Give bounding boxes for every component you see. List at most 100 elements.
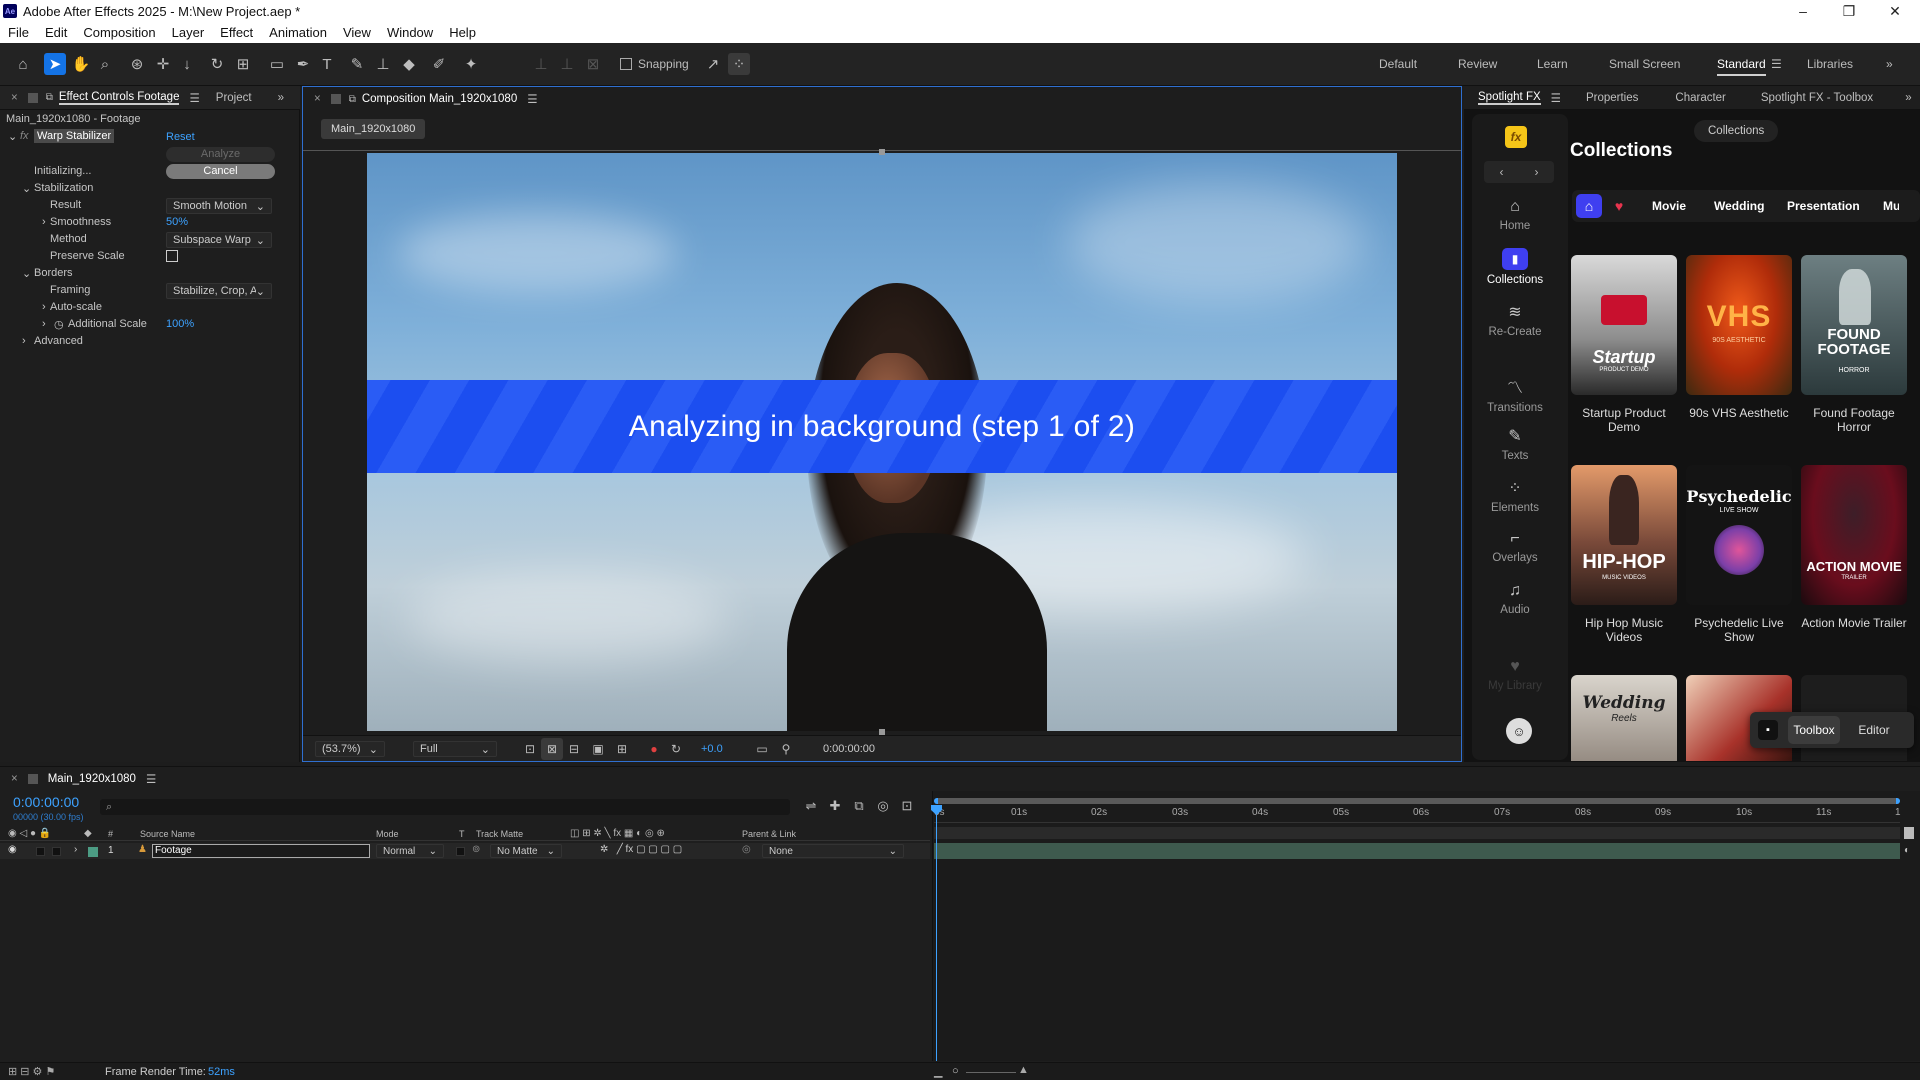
track-matte-dropdown[interactable]: No Matte ⌄ xyxy=(490,844,562,858)
cancel-button[interactable]: Cancel xyxy=(166,164,275,179)
comp-marker-bar[interactable] xyxy=(934,827,1900,839)
minimize-icon[interactable]: – xyxy=(1780,0,1826,22)
framing-dropdown[interactable]: Stabilize, Crop, Auto-scale⌄ xyxy=(166,283,272,299)
show-snapshot-icon[interactable]: ⚲ xyxy=(775,738,797,760)
home-icon[interactable]: ⌂ xyxy=(12,53,34,75)
autoscale-arrow-icon[interactable]: › xyxy=(42,301,46,313)
tab-character[interactable]: Character xyxy=(1675,92,1726,104)
template-card[interactable]: Wedding Reels xyxy=(1571,675,1677,761)
filter-movie[interactable]: Movie xyxy=(1652,199,1686,213)
clone-stamp-icon[interactable]: ⊥ xyxy=(372,53,394,75)
reset-button[interactable]: Reset xyxy=(166,131,195,143)
stopwatch-icon[interactable]: ◷ xyxy=(54,318,64,331)
editor-button[interactable]: Editor xyxy=(1848,716,1900,744)
rectangle-tool-icon[interactable]: ▭ xyxy=(266,53,288,75)
nav-collections[interactable]: ▮ Collections xyxy=(1470,248,1560,286)
comp-mini-flowchart-icon[interactable]: ⇌ xyxy=(800,795,822,817)
template-card[interactable]: Startup PRODUCT DEMO Startup Product Dem… xyxy=(1571,255,1677,434)
pan-behind-icon[interactable]: ⊞ xyxy=(232,53,254,75)
borders-arrow-icon[interactable]: ⌄ xyxy=(22,267,31,280)
tab-effect-controls[interactable]: Effect Controls Footage xyxy=(58,91,180,105)
visibility-eye-icon[interactable]: ◉ xyxy=(8,844,17,855)
comp-breadcrumb[interactable]: Main_1920x1080 xyxy=(321,119,426,139)
resolution-dropdown[interactable]: Full ⌄ xyxy=(413,741,497,757)
lock-toggle[interactable] xyxy=(52,847,61,856)
hand-tool-icon[interactable]: ✋ xyxy=(70,53,92,75)
anchor-handle-top[interactable] xyxy=(879,149,885,155)
work-area-range[interactable] xyxy=(934,798,1900,804)
region-of-interest-icon[interactable]: ▣ xyxy=(587,738,609,760)
roto-brush-icon[interactable]: ✐ xyxy=(428,53,450,75)
menu-help[interactable]: Help xyxy=(441,25,484,40)
label-color-swatch[interactable] xyxy=(88,847,98,857)
lock-icon[interactable] xyxy=(27,92,38,103)
nav-recreate[interactable]: ≋ Re-Create xyxy=(1470,302,1560,338)
grid-guides-icon[interactable]: ⊞ xyxy=(611,738,633,760)
axis-local-icon[interactable]: ⊥ xyxy=(530,53,552,75)
workspace-libraries[interactable]: Libraries xyxy=(1807,57,1853,71)
tab-spotlight-fx[interactable]: Spotlight FX xyxy=(1478,91,1541,105)
workspace-default[interactable]: Default xyxy=(1379,57,1417,71)
pen-tool-icon[interactable]: ✒ xyxy=(292,53,314,75)
nav-audio[interactable]: ♫ Audio xyxy=(1470,582,1560,616)
back-arrow-icon[interactable]: ‹ xyxy=(1500,165,1504,179)
expand-arrow-icon[interactable]: › xyxy=(42,216,46,228)
layer-search-input[interactable]: ⌕ xyxy=(100,799,790,815)
forward-arrow-icon[interactable]: › xyxy=(1535,165,1539,179)
pick-whip-icon[interactable]: ◎ xyxy=(742,844,751,855)
hide-shy-layers-icon[interactable]: ⧉ xyxy=(848,795,870,817)
timeline-timecode[interactable]: 0:00:00:00 xyxy=(13,794,79,810)
more-tabs-icon[interactable]: » xyxy=(278,92,284,104)
comp-end-marker[interactable] xyxy=(1904,827,1914,839)
axis-view-icon[interactable]: ⊠ xyxy=(582,53,604,75)
viewer-timecode[interactable]: 0:00:00:00 xyxy=(823,743,875,755)
filter-favorites-icon[interactable]: ♥ xyxy=(1606,194,1632,218)
borders-group[interactable]: Borders xyxy=(34,267,73,279)
orbit-camera-icon[interactable]: ⊛ xyxy=(126,53,148,75)
brush-tool-icon[interactable]: ✎ xyxy=(346,53,368,75)
lock-icon[interactable] xyxy=(330,94,341,104)
dolly-camera-icon[interactable]: ↓ xyxy=(176,53,198,75)
more-tabs-icon[interactable]: » xyxy=(1905,92,1911,104)
puppet-tool-icon[interactable]: ✦ xyxy=(460,53,482,75)
filter-home-icon[interactable]: ⌂ xyxy=(1576,194,1602,218)
overflow-chevron-icon[interactable]: » xyxy=(1886,57,1893,71)
workspace-menu-icon[interactable]: ☰ xyxy=(1771,57,1782,71)
autoscale-group[interactable]: Auto-scale xyxy=(50,301,102,313)
template-card[interactable]: ACTION MOVIE TRAILER Action Movie Traile… xyxy=(1801,465,1907,630)
nav-overlays[interactable]: ⌐ Overlays xyxy=(1470,530,1560,564)
channels-icon[interactable]: ● xyxy=(643,738,665,760)
nav-transitions[interactable]: 〽 Transitions xyxy=(1470,374,1560,414)
work-area-bar[interactable] xyxy=(934,798,1900,804)
graph-editor-icon[interactable]: ⊡ xyxy=(896,795,918,817)
source-name-header[interactable]: Source Name xyxy=(140,829,195,839)
effect-name[interactable]: Warp Stabilizer xyxy=(34,129,115,143)
type-tool-icon[interactable]: T xyxy=(316,53,338,75)
zoom-tool-icon[interactable]: ⌕ xyxy=(94,53,116,75)
draft-3d-icon[interactable]: ✚ xyxy=(824,795,846,817)
menu-view[interactable]: View xyxy=(335,25,379,40)
menu-file[interactable]: File xyxy=(0,25,37,40)
transparency-grid-icon[interactable]: ⊠ xyxy=(541,738,563,760)
filter-music[interactable]: Mu xyxy=(1883,199,1899,213)
parent-dropdown[interactable]: None ⌄ xyxy=(762,844,904,858)
menu-effect[interactable]: Effect xyxy=(212,25,261,40)
collapse-arrow-icon[interactable]: ⌄ xyxy=(8,130,17,143)
zoom-slider-track[interactable] xyxy=(966,1072,1016,1073)
fx-icon[interactable]: fx xyxy=(20,130,29,142)
menu-composition[interactable]: Composition xyxy=(75,25,163,40)
expand-layer-arrow-icon[interactable]: › xyxy=(74,844,77,855)
additional-scale-arrow-icon[interactable]: › xyxy=(42,318,46,330)
zoom-slider-handle[interactable]: ○ xyxy=(952,1065,959,1077)
filter-wedding[interactable]: Wedding xyxy=(1714,199,1764,213)
method-dropdown[interactable]: Subspace Warp ⌄ xyxy=(166,232,272,248)
snapshot-camera-icon[interactable]: ▭ xyxy=(751,738,773,760)
template-card[interactable]: VHS 90S AESTHETIC 90s VHS Aesthetic xyxy=(1686,255,1792,420)
nav-texts[interactable]: ✎ Texts xyxy=(1470,426,1560,462)
selection-tool-icon[interactable]: ➤ xyxy=(44,53,66,75)
tab-composition[interactable]: Composition Main_1920x1080 xyxy=(362,93,517,105)
advanced-group[interactable]: Advanced xyxy=(34,335,83,347)
zoom-dropdown[interactable]: (53.7%) ⌄ xyxy=(315,741,385,757)
menu-edit[interactable]: Edit xyxy=(37,25,75,40)
template-card[interactable]: FOUND FOOTAGE HORROR Found Footage Horro… xyxy=(1801,255,1907,434)
